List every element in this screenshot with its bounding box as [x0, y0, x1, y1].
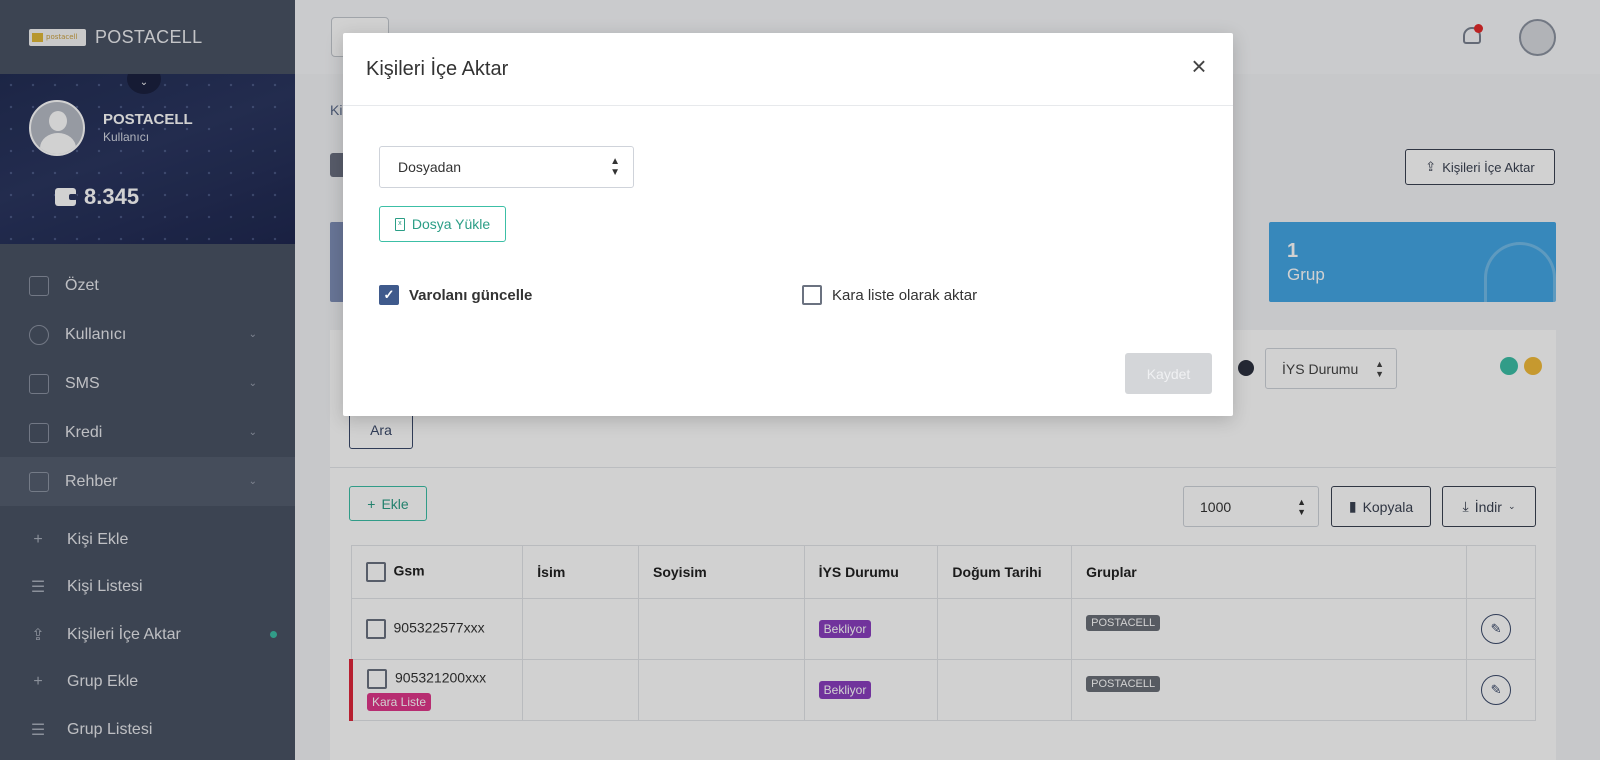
blacklist-option[interactable]: Kara liste olarak aktar	[802, 285, 977, 305]
modal-header: Kişileri İçe Aktar ×	[343, 33, 1233, 106]
save-button[interactable]: Kaydet	[1125, 353, 1212, 394]
import-contacts-modal: Kişileri İçe Aktar × Dosyadan ▲ ▼ x Dosya…	[343, 33, 1233, 416]
import-source-select[interactable]: Dosyadan ▲ ▼	[379, 146, 634, 188]
update-existing-label: Varolanı güncelle	[409, 286, 533, 304]
update-existing-option[interactable]: ✓ Varolanı güncelle	[379, 285, 532, 305]
close-icon[interactable]: ×	[1185, 52, 1213, 80]
upload-file-button[interactable]: x Dosya Yükle	[379, 206, 506, 242]
upload-file-label: Dosya Yükle	[411, 216, 491, 232]
blacklist-label: Kara liste olarak aktar	[832, 286, 978, 304]
update-existing-checkbox[interactable]: ✓	[379, 285, 399, 305]
sort-arrows-icon: ▲ ▼	[610, 156, 620, 178]
import-source-value: Dosyadan	[398, 159, 462, 175]
excel-file-icon: x	[394, 217, 405, 231]
modal-title: Kişileri İçe Aktar	[366, 57, 509, 80]
blacklist-checkbox[interactable]	[802, 285, 822, 305]
